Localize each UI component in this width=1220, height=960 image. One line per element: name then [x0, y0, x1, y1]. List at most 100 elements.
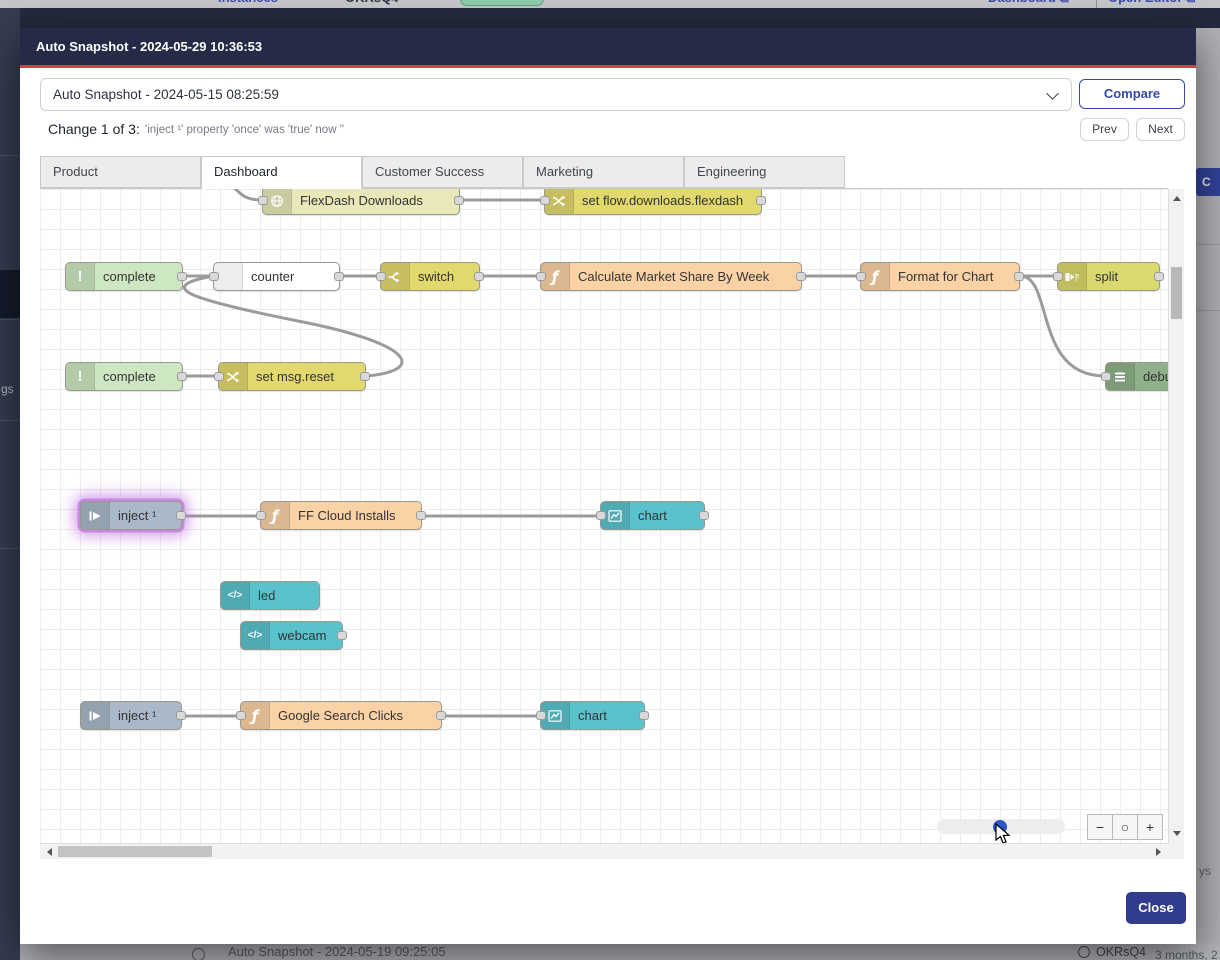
- dashboard-link[interactable]: Dashboard ⧉: [988, 0, 1069, 6]
- vertical-scrollbar-thumb[interactable]: [1171, 267, 1182, 319]
- input-port[interactable]: [536, 272, 546, 281]
- node-complete-1[interactable]: ! complete: [65, 262, 183, 291]
- snapshot-compare-dialog: Auto Snapshot - 2024-05-29 10:36:53 Auto…: [20, 28, 1196, 944]
- background-bottom-row: Auto Snapshot - 2024-05-19 09:25:05 OKRs…: [20, 944, 1220, 960]
- input-port[interactable]: [236, 711, 246, 720]
- input-port[interactable]: [258, 196, 268, 205]
- nav-divider: [1096, 0, 1097, 8]
- tab-marketing[interactable]: Marketing: [523, 156, 684, 188]
- background-compare-button-fragment[interactable]: C: [1196, 168, 1220, 196]
- output-port[interactable]: [639, 711, 649, 720]
- snapshot-select[interactable]: Auto Snapshot - 2024-05-15 08:25:59: [40, 78, 1072, 111]
- output-port[interactable]: [176, 711, 186, 720]
- output-port[interactable]: [360, 372, 370, 381]
- node-debug[interactable]: debug: [1105, 362, 1168, 391]
- open-editor-link[interactable]: Open Editor ⧉: [1108, 0, 1195, 6]
- node-chart-2[interactable]: chart: [540, 701, 645, 730]
- output-port[interactable]: [176, 511, 186, 520]
- sidebar-label-fragment: gs: [1, 382, 14, 396]
- output-port[interactable]: [699, 511, 709, 520]
- node-switch[interactable]: switch: [380, 262, 480, 291]
- flow-tabs: Product Dashboard Customer Success Marke…: [40, 156, 1168, 189]
- input-port[interactable]: [536, 711, 546, 720]
- output-port[interactable]: [416, 511, 426, 520]
- node-function-format-chart[interactable]: ƒ Format for Chart: [860, 262, 1020, 291]
- wire: [1020, 276, 1105, 376]
- vertical-scrollbar[interactable]: [1168, 189, 1184, 843]
- change-detail-text: 'inject ¹' property 'once' was 'true' no…: [145, 119, 344, 142]
- dialog-header: Auto Snapshot - 2024-05-29 10:36:53: [20, 28, 1196, 68]
- node-label: FlexDash Downloads: [292, 189, 433, 214]
- node-led[interactable]: </> led: [220, 581, 320, 610]
- tab-product[interactable]: Product: [40, 156, 201, 188]
- output-port[interactable]: [796, 272, 806, 281]
- node-complete-2[interactable]: ! complete: [65, 362, 183, 391]
- flow-canvas[interactable]: FlexDash Downloads set flow.downloads.fl…: [40, 189, 1168, 843]
- zoom-in-button[interactable]: +: [1137, 814, 1163, 840]
- input-port[interactable]: [376, 272, 386, 281]
- output-port[interactable]: [177, 272, 187, 281]
- node-label: switch: [410, 263, 464, 290]
- node-change-msg-reset[interactable]: set msg.reset: [218, 362, 366, 391]
- output-port[interactable]: [1014, 272, 1024, 281]
- input-port[interactable]: [256, 511, 266, 520]
- output-port[interactable]: [334, 272, 344, 281]
- tab-engineering[interactable]: Engineering: [684, 156, 845, 188]
- node-split[interactable]: split: [1057, 262, 1160, 291]
- node-function-google-search-clicks[interactable]: ƒ Google Search Clicks: [240, 701, 442, 730]
- output-port[interactable]: [436, 711, 446, 720]
- scrollbar-corner: [1168, 843, 1184, 859]
- node-webcam[interactable]: </> webcam: [240, 621, 343, 650]
- node-function-market-share[interactable]: ƒ Calculate Market Share By Week: [540, 262, 802, 291]
- chevron-down-icon: [1046, 87, 1059, 100]
- output-port[interactable]: [177, 372, 187, 381]
- sidebar-active-item[interactable]: [0, 270, 20, 318]
- background-project-name: OKRsQ4: [1096, 945, 1146, 959]
- input-port[interactable]: [209, 272, 219, 281]
- breadcrumb-instances[interactable]: Instances: [218, 0, 278, 5]
- prev-button[interactable]: Prev: [1080, 118, 1129, 141]
- node-change-flexdash[interactable]: set flow.downloads.flexdash: [544, 189, 762, 215]
- snapshot-select-value: Auto Snapshot - 2024-05-15 08:25:59: [53, 87, 279, 102]
- node-inject-highlighted[interactable]: inject ¹: [80, 501, 182, 530]
- tab-customer-success[interactable]: Customer Success: [362, 156, 523, 188]
- node-label: counter: [243, 263, 304, 290]
- scroll-left-arrow[interactable]: [47, 848, 52, 856]
- output-port[interactable]: [756, 196, 766, 205]
- change-counter-label: Change 1 of 3:: [48, 118, 140, 141]
- breadcrumb-project: OKRsQ4: [345, 0, 398, 5]
- node-label: complete: [95, 263, 166, 290]
- zoom-reset-button[interactable]: ○: [1112, 814, 1138, 840]
- node-chart-1[interactable]: chart: [600, 501, 705, 530]
- input-port[interactable]: [214, 372, 224, 381]
- output-port[interactable]: [1154, 272, 1164, 281]
- scroll-up-arrow[interactable]: [1173, 196, 1181, 201]
- node-function-ff-cloud-installs[interactable]: ƒ FF Cloud Installs: [260, 501, 422, 530]
- compare-button[interactable]: Compare: [1079, 79, 1185, 109]
- horizontal-scrollbar-thumb[interactable]: [58, 846, 212, 857]
- next-button[interactable]: Next: [1136, 118, 1185, 141]
- code-icon: </>: [241, 622, 270, 649]
- node-inject-2[interactable]: inject ¹: [80, 701, 182, 730]
- node-label: Calculate Market Share By Week: [570, 263, 779, 290]
- node-counter[interactable]: counter: [213, 262, 340, 291]
- scroll-right-arrow[interactable]: [1156, 848, 1161, 856]
- input-port[interactable]: [596, 511, 606, 520]
- zoom-out-button[interactable]: −: [1087, 814, 1113, 840]
- node-label: chart: [570, 702, 617, 729]
- background-right-panel: C ys: [1196, 28, 1220, 944]
- input-port[interactable]: [1053, 272, 1063, 281]
- wire: [184, 276, 402, 376]
- input-port[interactable]: [540, 196, 550, 205]
- input-port[interactable]: [856, 272, 866, 281]
- input-port[interactable]: [1101, 372, 1111, 381]
- output-port[interactable]: [454, 196, 464, 205]
- output-port[interactable]: [337, 631, 347, 640]
- close-button[interactable]: Close: [1126, 892, 1186, 924]
- breadcrumb-separator: -: [331, 0, 335, 5]
- scroll-down-arrow[interactable]: [1173, 831, 1181, 836]
- tab-dashboard[interactable]: Dashboard: [201, 156, 362, 189]
- output-port[interactable]: [474, 272, 484, 281]
- node-http-request[interactable]: FlexDash Downloads: [262, 189, 460, 215]
- horizontal-scrollbar[interactable]: [40, 843, 1168, 859]
